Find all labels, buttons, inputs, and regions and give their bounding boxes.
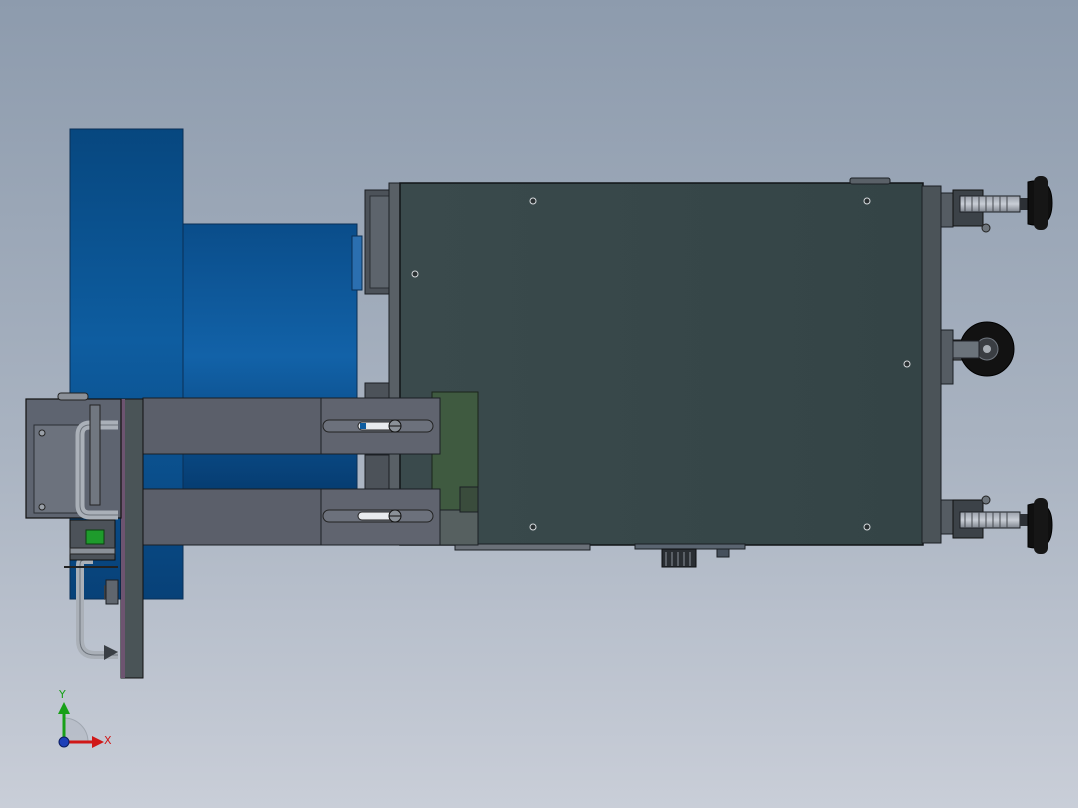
valve-block: [64, 519, 118, 568]
triad-origin: [58, 736, 70, 748]
bottom-connectors: [634, 543, 746, 568]
triad-x-label: X: [104, 734, 112, 747]
cad-viewport[interactable]: Y X: [0, 0, 1078, 808]
leveling-foot-bottom[interactable]: [940, 495, 1053, 554]
triad-y-label: Y: [59, 688, 66, 701]
leveling-foot-top[interactable]: [940, 176, 1053, 233]
vertical-mounting-plate: [120, 398, 144, 679]
cad-model-top-view[interactable]: [0, 0, 1078, 808]
coordinate-triad: [58, 702, 104, 748]
blower-motor-endcap: [351, 235, 363, 291]
caster-wheel[interactable]: [940, 321, 1015, 385]
mounting-bracket-upper[interactable]: [142, 397, 441, 455]
control-box[interactable]: [25, 392, 122, 519]
mounting-bracket-lower[interactable]: [142, 488, 441, 546]
